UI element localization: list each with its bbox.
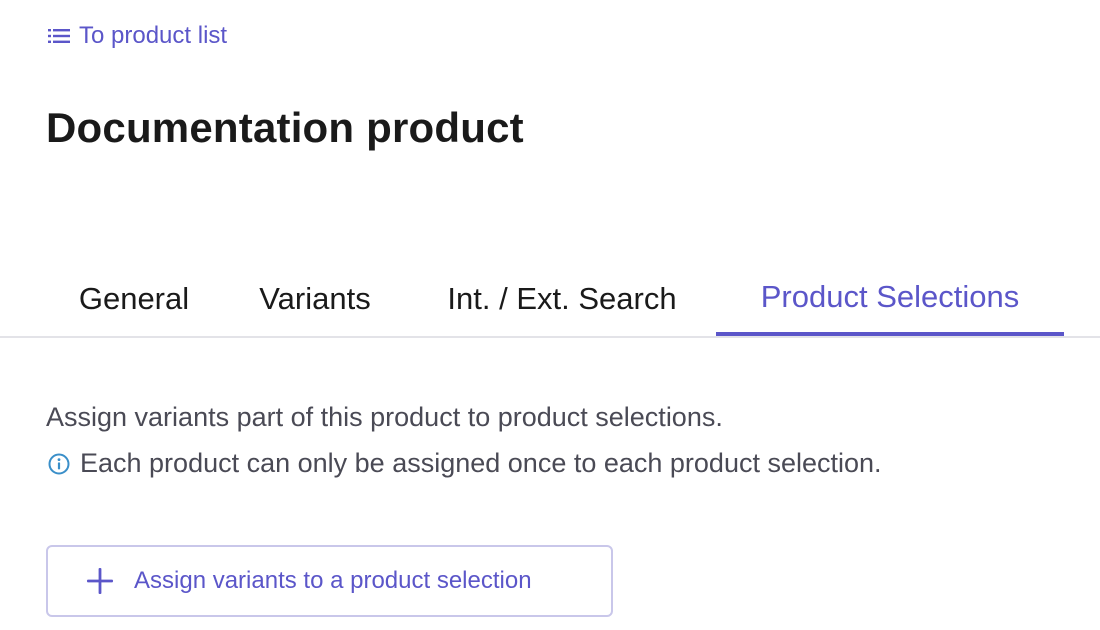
info-icon bbox=[48, 453, 70, 474]
info-note-text: Each product can only be assigned once t… bbox=[80, 448, 882, 478]
assign-variants-button-label: Assign variants to a product selection bbox=[134, 567, 532, 594]
back-to-product-list-link[interactable]: To product list bbox=[48, 22, 227, 50]
page-title: Documentation product bbox=[46, 104, 524, 151]
section-description: Assign variants part of this product to … bbox=[46, 402, 723, 432]
back-link-label: To product list bbox=[79, 22, 228, 49]
tab-int-ext-search[interactable]: Int. / Ext. Search bbox=[408, 262, 716, 336]
tab-general[interactable]: General bbox=[46, 262, 222, 336]
tab-bar: General Variants Int. / Ext. Search Prod… bbox=[0, 262, 1100, 338]
assign-variants-button[interactable]: Assign variants to a product selection bbox=[46, 545, 613, 617]
info-note: Each product can only be assigned once t… bbox=[46, 448, 882, 479]
plus-icon bbox=[87, 568, 113, 594]
tab-variants[interactable]: Variants bbox=[222, 262, 408, 336]
tab-product-selections[interactable]: Product Selections bbox=[716, 262, 1064, 336]
list-icon bbox=[48, 29, 70, 43]
